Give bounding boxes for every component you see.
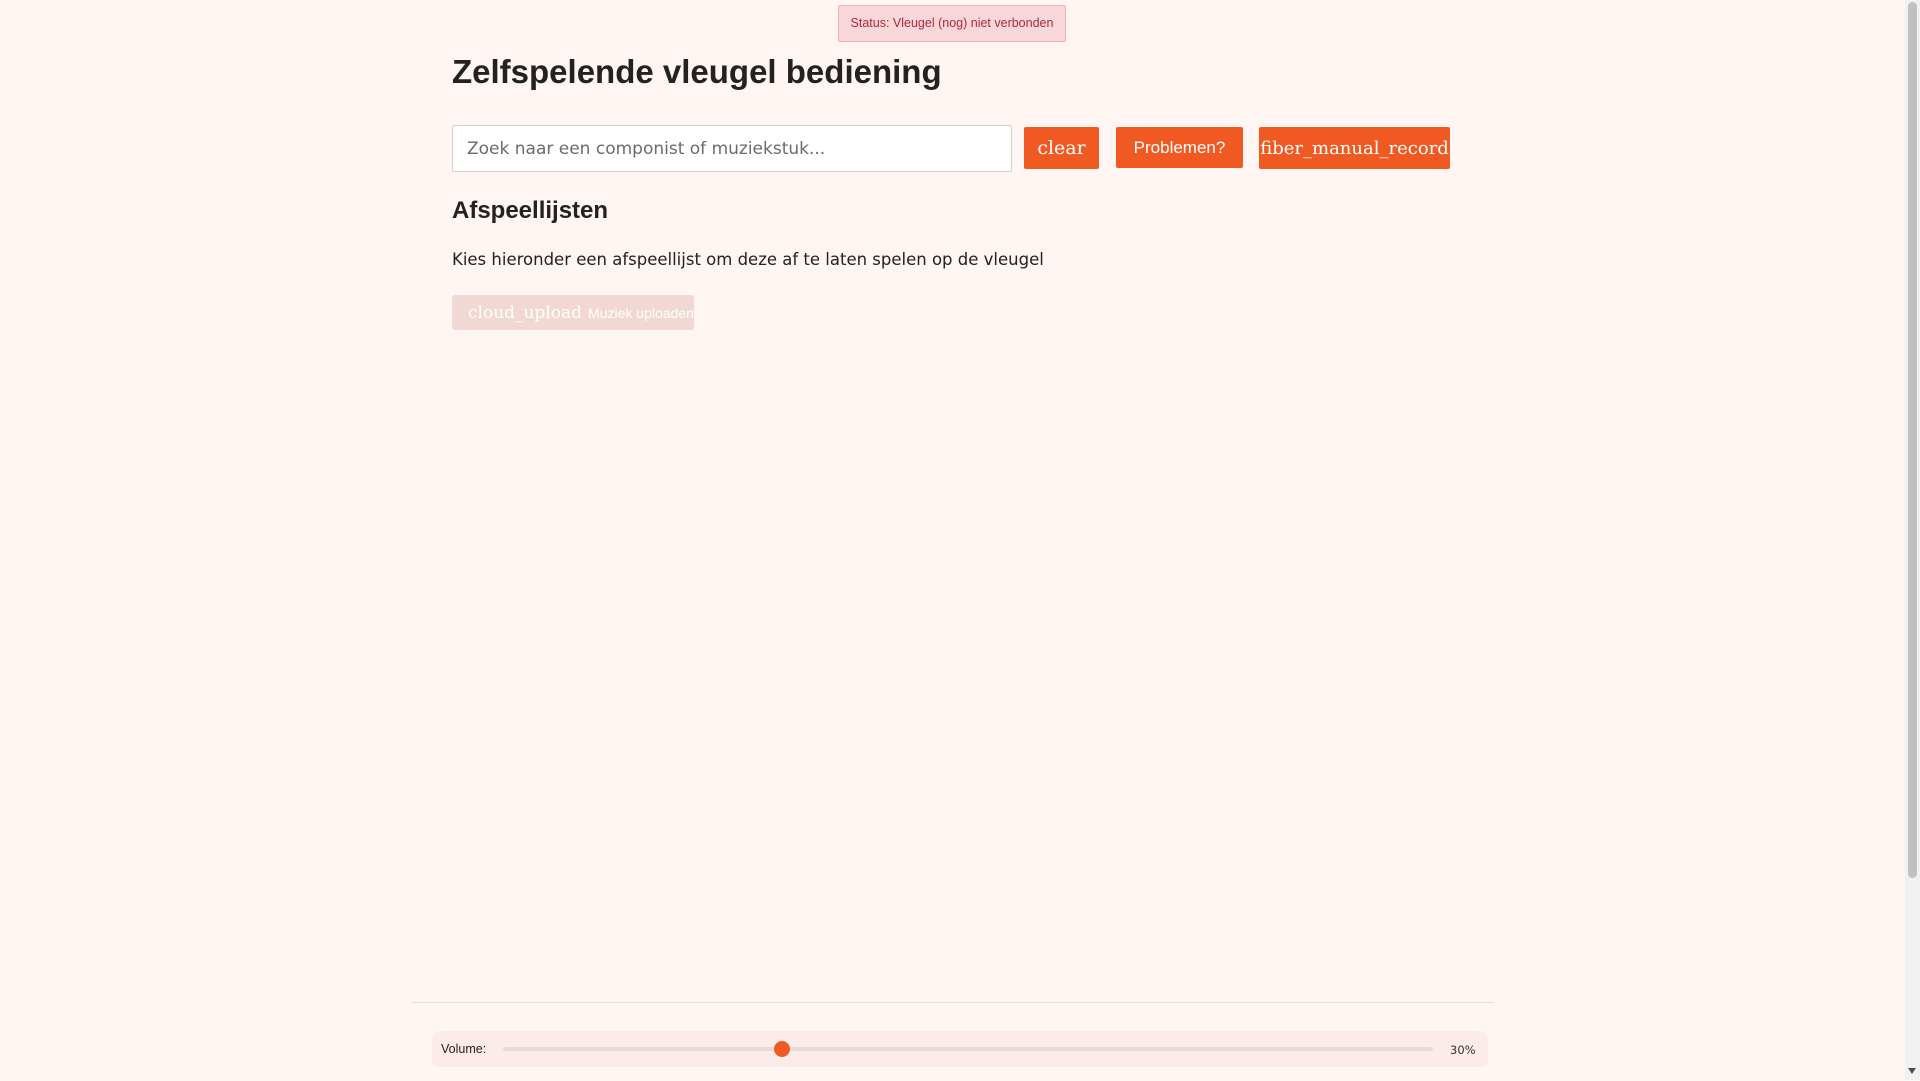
volume-control: Volume: 30%	[432, 1031, 1488, 1067]
upload-music-label: Muziek uploaden	[588, 304, 694, 321]
volume-slider[interactable]	[503, 1041, 1433, 1057]
playlists-heading: Afspeellijsten	[452, 197, 609, 224]
upload-music-button[interactable]: cloud_upload Muziek uploaden	[452, 295, 694, 330]
clear-button[interactable]: clear	[1024, 127, 1099, 169]
footer-bar: Volume: 30%	[412, 1002, 1494, 1081]
scrollbar-thumb[interactable]	[1908, 2, 1917, 878]
playlists-description: Kies hieronder een afspeellijst om deze …	[452, 250, 1044, 269]
scroll-down-arrow-icon[interactable]	[1908, 1068, 1916, 1074]
page-scrollbar[interactable]	[1905, 0, 1920, 1080]
record-button[interactable]: fiber_manual_record	[1259, 127, 1450, 169]
volume-value: 30%	[1450, 1043, 1476, 1057]
volume-label: Volume:	[441, 1042, 487, 1056]
cloud-upload-icon: cloud_upload	[468, 302, 583, 323]
problems-button[interactable]: Problemen?	[1116, 127, 1243, 168]
volume-slider-thumb[interactable]	[774, 1041, 790, 1057]
search-input[interactable]	[452, 125, 1012, 172]
connection-status-banner: Status: Vleugel (nog) niet verbonden	[838, 5, 1066, 42]
page-title: Zelfspelende vleugel bediening	[452, 53, 942, 90]
